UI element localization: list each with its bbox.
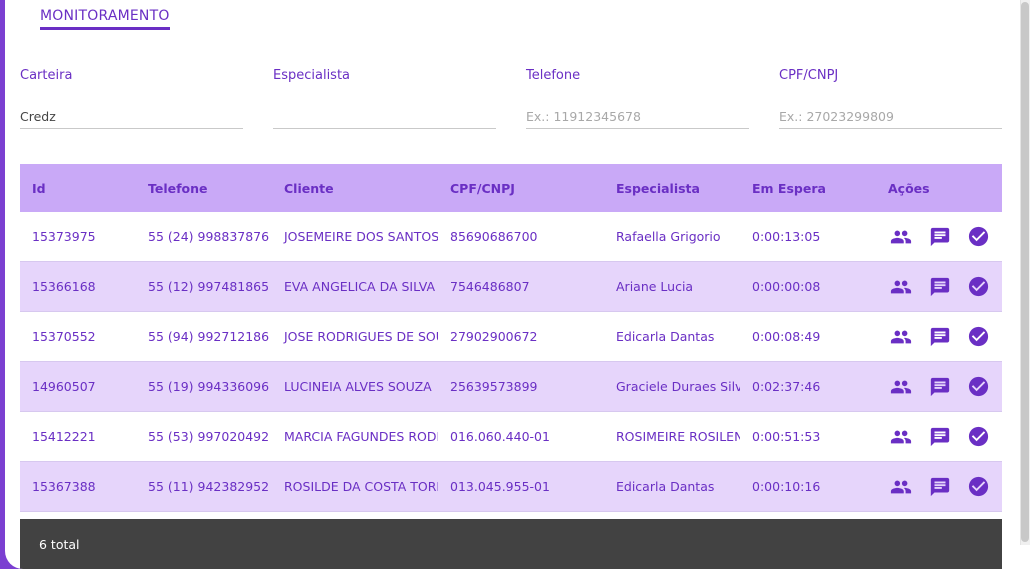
people-icon[interactable] (888, 274, 913, 299)
cell-cliente: JOSEMEIRE DOS SANTOS M (284, 229, 438, 244)
check-circle-icon[interactable] (966, 424, 991, 449)
cell-acoes (876, 424, 1002, 449)
filter-carteira: Carteira (20, 68, 243, 129)
cell-id: 15367388 (32, 479, 96, 494)
cell-especialista: Edicarla Dantas (616, 329, 715, 344)
column-header-id[interactable]: Id (20, 181, 136, 196)
table-footer: 6 total (20, 519, 1002, 569)
cell-id: 15412221 (32, 429, 96, 444)
chat-icon[interactable] (927, 374, 952, 399)
people-icon[interactable] (888, 424, 913, 449)
total-count: 6 total (39, 536, 80, 552)
cell-acoes (876, 474, 1002, 499)
cpf-cnpj-input[interactable] (779, 104, 1002, 129)
cell-id: 15373975 (32, 229, 96, 244)
scrollbar-thumb[interactable] (1021, 2, 1029, 542)
monitoring-panel: MONITORAMENTO Carteira Especialista Tele… (5, 0, 1018, 569)
table-body: 15373975 55 (24) 998837876 JOSEMEIRE DOS S… (20, 212, 1002, 512)
table-row[interactable]: 15373975 55 (24) 998837876 JOSEMEIRE DOS S… (20, 212, 1002, 262)
cell-cpf-cnpj: 013.045.955-01 (450, 479, 550, 494)
tab-monitoramento[interactable]: MONITORAMENTO (40, 8, 170, 30)
cell-id: 14960507 (32, 379, 96, 394)
cell-cpf-cnpj: 25639573899 (450, 379, 538, 394)
cell-cliente: EVA ANGELICA DA SILVA (284, 279, 436, 294)
cell-telefone: 55 (24) 998837876 (148, 229, 270, 244)
table-row[interactable]: 15366168 55 (12) 997481865 EVA ANGELICA DA… (20, 262, 1002, 312)
people-icon[interactable] (888, 374, 913, 399)
cell-telefone: 55 (53) 997020492 (148, 429, 270, 444)
check-circle-icon[interactable] (966, 324, 991, 349)
table-row[interactable]: 15367388 55 (11) 942382952 ROSILDE DA COST… (20, 462, 1002, 512)
cell-id: 15370552 (32, 329, 96, 344)
cell-em-espera: 0:00:00:08 (752, 279, 821, 294)
cell-cliente: MARCIA FAGUNDES RODR (284, 429, 438, 444)
cell-acoes (876, 374, 1002, 399)
filter-cpf-cnpj-label: CPF/CNPJ (779, 68, 839, 83)
filter-cpf-cnpj: CPF/CNPJ (779, 68, 1002, 129)
column-header-telefone[interactable]: Telefone (136, 181, 272, 196)
cell-em-espera: 0:00:08:49 (752, 329, 821, 344)
cell-telefone: 55 (12) 997481865 (148, 279, 270, 294)
cell-cliente: ROSILDE DA COSTA TORRE (284, 479, 438, 494)
column-header-cpf-cnpj[interactable]: CPF/CNPJ (438, 181, 604, 196)
telefone-input[interactable] (526, 104, 749, 129)
cell-especialista: Edicarla Dantas (616, 479, 715, 494)
cell-telefone: 55 (19) 994336096 (148, 379, 270, 394)
people-icon[interactable] (888, 474, 913, 499)
cell-especialista: Graciele Duraes Silva I (616, 379, 740, 394)
especialista-input[interactable] (273, 104, 496, 129)
cell-cpf-cnpj: 016.060.440-01 (450, 429, 550, 444)
cell-acoes (876, 274, 1002, 299)
cell-id: 15366168 (32, 279, 96, 294)
cell-especialista: Rafaella Grigorio (616, 229, 721, 244)
cell-cliente: JOSE RODRIGUES DE SOUS (284, 329, 438, 344)
cell-em-espera: 0:00:13:05 (752, 229, 821, 244)
cell-cpf-cnpj: 27902900672 (450, 329, 538, 344)
check-circle-icon[interactable] (966, 374, 991, 399)
chat-icon[interactable] (927, 424, 952, 449)
filter-telefone-label: Telefone (526, 68, 581, 83)
cell-telefone: 55 (94) 992712186 (148, 329, 270, 344)
cell-acoes (876, 324, 1002, 349)
column-header-cliente[interactable]: Cliente (272, 181, 438, 196)
chat-icon[interactable] (927, 324, 952, 349)
column-header-acoes: Ações (888, 180, 930, 196)
column-header-em-espera[interactable]: Em Espera (740, 181, 876, 196)
monitoring-table: Id Telefone Cliente CPF/CNPJ Especialist… (20, 164, 1002, 512)
check-circle-icon[interactable] (966, 224, 991, 249)
filter-carteira-label: Carteira (20, 68, 73, 83)
table-header: Id Telefone Cliente CPF/CNPJ Especialist… (20, 164, 1002, 212)
chat-icon[interactable] (927, 474, 952, 499)
cell-especialista: Ariane Lucia (616, 279, 694, 294)
filter-especialista-label: Especialista (273, 68, 351, 83)
chat-icon[interactable] (927, 224, 952, 249)
cell-telefone: 55 (11) 942382952 (148, 479, 270, 494)
cell-cpf-cnpj: 7546486807 (450, 279, 530, 294)
people-icon[interactable] (888, 224, 913, 249)
cell-em-espera: 0:02:37:46 (752, 379, 821, 394)
check-circle-icon[interactable] (966, 474, 991, 499)
table-row[interactable]: 15412221 55 (53) 997020492 MARCIA FAGUNDES… (20, 412, 1002, 462)
table-row[interactable]: 14960507 55 (19) 994336096 LUCINEIA ALVES … (20, 362, 1002, 412)
cell-em-espera: 0:00:51:53 (752, 429, 821, 444)
column-header-especialista[interactable]: Especialista (604, 181, 740, 196)
carteira-input[interactable] (20, 104, 243, 129)
chat-icon[interactable] (927, 274, 952, 299)
cell-cpf-cnpj: 85690686700 (450, 229, 538, 244)
cell-acoes (876, 224, 1002, 249)
filter-especialista: Especialista (273, 68, 496, 129)
cell-em-espera: 0:00:10:16 (752, 479, 821, 494)
filter-telefone: Telefone (526, 68, 749, 129)
table-row[interactable]: 15370552 55 (94) 992712186 JOSE RODRIGUES … (20, 312, 1002, 362)
check-circle-icon[interactable] (966, 274, 991, 299)
cell-especialista: ROSIMEIRE ROSILENE (616, 429, 740, 444)
people-icon[interactable] (888, 324, 913, 349)
cell-cliente: LUCINEIA ALVES SOUZA (284, 379, 432, 394)
